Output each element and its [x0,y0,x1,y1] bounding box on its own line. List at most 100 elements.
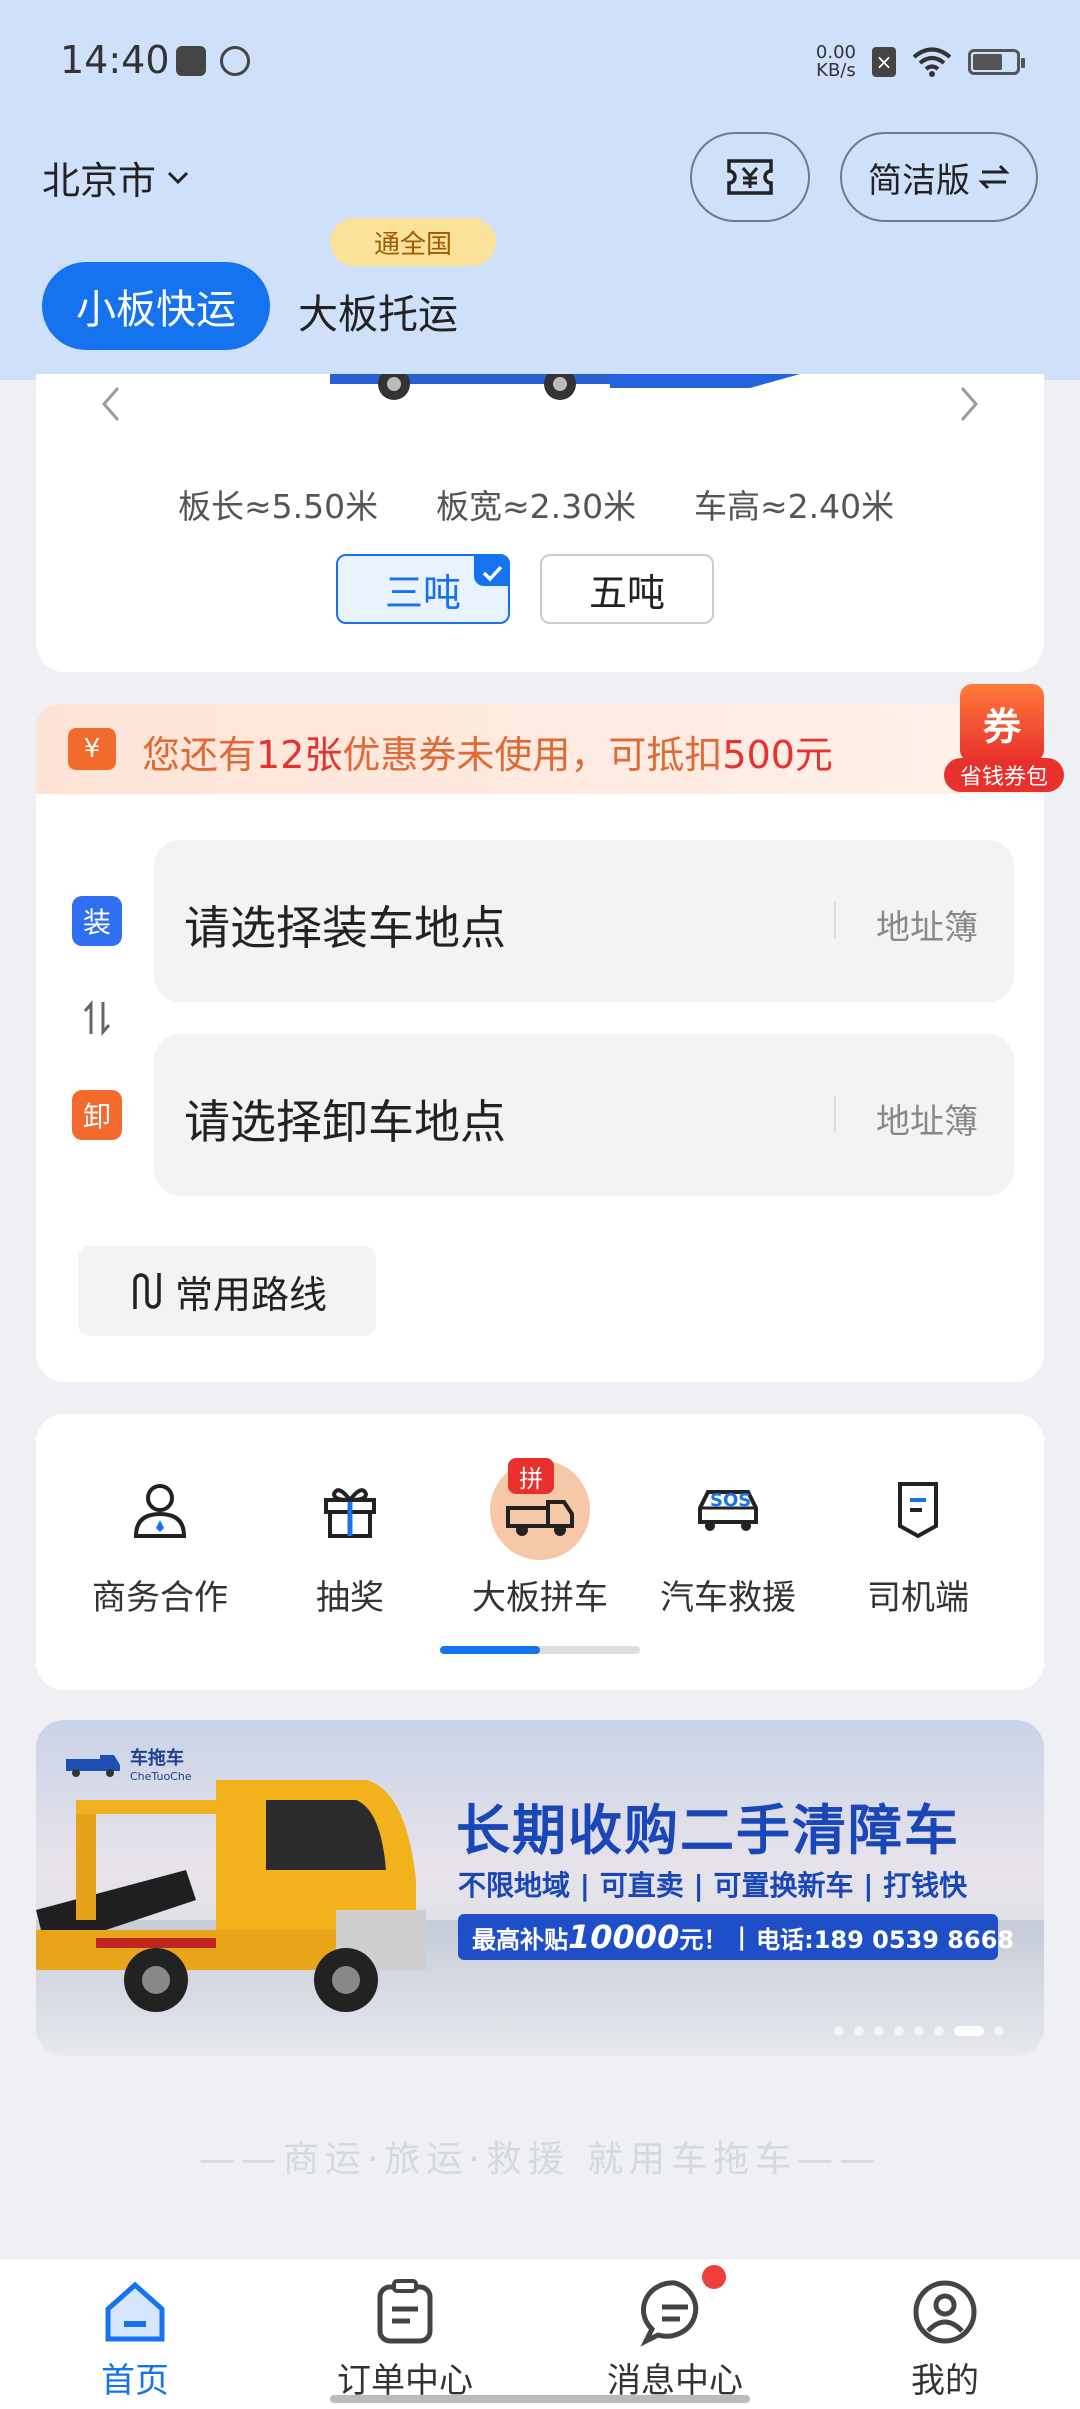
coupon-banner[interactable]: ¥ 您还有12张优惠券未使用，可抵扣500元 [36,704,1044,794]
common-routes-label: 常用路线 [174,1272,327,1317]
service-rescue[interactable]: SOS 汽车救援 [638,1460,818,1619]
banner-headline: 长期收购二手清障车 [456,1799,960,1862]
banner-dot [834,2026,844,2036]
tab-large-board[interactable]: 大板托运 [298,282,458,340]
load-tag-label: 装 [82,906,111,939]
tab-small-board-label: 小板快运 [76,287,236,333]
weight-5-ton-label: 五吨 [588,570,665,615]
bottom-navigation: 首页 订单中心 消息中心 我的 [0,2258,1080,2409]
battery-level [973,54,1003,70]
business-person-icon [110,1460,210,1560]
banner-subline: 不限地域 | 可直卖 | 可置换新车 | 打钱快 [458,1869,968,1902]
service-business-label: 商务合作 [92,1578,228,1618]
nav-home[interactable]: 首页 [0,2259,270,2409]
banner-dot [994,2026,1004,2036]
wallet-button[interactable] [690,132,810,222]
service-carpool-label: 大板拼车 [472,1578,608,1618]
net-speed-unit: KB/s [816,60,856,81]
tab-small-board[interactable]: 小板快运 [42,262,270,350]
weight-3-ton-button[interactable]: 三吨 [336,554,510,624]
carpool-badge: 拼 [508,1458,554,1494]
nav-home-label: 首页 [101,2361,169,2401]
prev-vehicle-icon[interactable] [96,384,126,424]
home-indicator [330,2395,750,2403]
wifi-icon [912,47,952,77]
nav-orders[interactable]: 订单中心 [270,2259,540,2409]
coupon-yuan-icon: ¥ [68,728,116,770]
battery-icon [968,49,1025,75]
carpool-badge-label: 拼 [519,1464,543,1493]
unload-address-placeholder: 请选择卸车地点 [184,1095,506,1149]
sos-label: SOS [710,1490,752,1511]
common-routes-button[interactable]: 常用路线 [78,1246,376,1336]
nav-profile-label: 我的 [911,2361,979,2401]
check-icon [474,554,510,586]
banner-dot [874,2026,884,2036]
divider [834,902,836,938]
nav-messages[interactable]: 消息中心 [540,2259,810,2409]
weight-5-ton-button[interactable]: 五吨 [540,554,714,624]
city-selector[interactable]: 北京市 [42,150,192,205]
status-bar: 14:40 0.00 KB/s × [0,0,1080,120]
board-length: 板长≈5.50米 [178,487,379,526]
weight-3-ton-label: 三吨 [384,570,461,615]
load-address-field[interactable]: 请选择装车地点 地址簿 [154,840,1014,1002]
route-icon [133,1273,161,1309]
service-driver-label: 司机端 [867,1578,969,1618]
simple-mode-button[interactable]: 简洁版 [840,132,1038,222]
service-business[interactable]: 商务合作 [70,1460,250,1619]
tow-truck-illustration [36,1780,426,2012]
nationwide-badge: 通全国 [330,218,496,266]
status-time: 14:40 [60,38,170,82]
status-right: 0.00 KB/s × [816,42,1025,82]
load-address-book-link[interactable]: 地址簿 [876,900,978,949]
banner-dot [914,2026,924,2036]
service-rescue-label: 汽车救援 [660,1578,796,1618]
unload-tag-label: 卸 [82,1100,111,1133]
gift-icon [300,1460,400,1560]
banner-subsidy: 最高补贴 10000 元！ | 电话:189 0539 8668 [458,1914,1014,1960]
board-width: 板宽≈2.30米 [436,487,637,526]
unload-address-field[interactable]: 请选择卸车地点 地址簿 [154,1034,1014,1196]
coupon-count: 12张 [256,733,343,777]
promo-banner[interactable]: 车拖车 CheTuoChe 长期收购二手清障车 不限地域 | 可直卖 | 可置换… [36,1720,1044,2056]
banner-phone: 电话:189 0539 8668 [756,1925,1015,1954]
message-icon [640,2265,726,2347]
net-speed: 0.00 KB/s [816,44,856,80]
coupon-amount: 500元 [722,733,833,777]
swap-arrows-icon [978,164,1010,190]
coupon-wallet-icon: 券 [960,684,1044,762]
coupon-text-mid: 优惠券未使用，可抵扣 [342,733,723,777]
slogan: ——商运·旅运·救援 就用车拖车—— [198,2139,882,2180]
banner-page-indicator [834,2026,1004,2036]
unload-address-book-link[interactable]: 地址簿 [876,1094,978,1143]
app-notification-icon [220,46,250,76]
service-driver[interactable]: 司机端 [828,1460,1008,1619]
notification-icon [176,46,206,76]
load-tag: 装 [72,896,122,946]
simple-mode-label: 简洁版 [868,160,970,201]
service-carpool[interactable]: 拼 大板拼车 [450,1458,630,1619]
subsidy-divider: | [737,1923,747,1951]
truck-image [330,374,800,400]
chevron-down-icon [167,171,189,184]
service-lottery-label: 抽奖 [316,1578,384,1618]
sos-car-icon: SOS [678,1460,778,1560]
services-page-indicator [440,1646,640,1654]
banner-dot [894,2026,904,2036]
service-lottery[interactable]: 抽奖 [260,1460,440,1619]
subsidy-suffix: 元！ [679,1925,728,1954]
coupon-wallet-glyph: 券 [982,704,1021,749]
next-vehicle-icon[interactable] [954,384,984,424]
coupon-text: 您还有12张优惠券未使用，可抵扣500元 [142,724,833,779]
coupon-text-prefix: 您还有 [142,733,257,777]
services-page-indicator-active [440,1646,540,1654]
swap-address-icon[interactable] [80,998,114,1038]
load-address-placeholder: 请选择装车地点 [184,901,506,955]
truck-height: 车高≈2.40米 [694,487,895,526]
home-icon [100,2277,170,2347]
nav-profile[interactable]: 我的 [810,2259,1080,2409]
sim-off-icon: × [872,47,896,77]
coupon-wallet-badge[interactable]: 券 省钱券包 [944,680,1066,796]
banner-dot [854,2026,864,2036]
